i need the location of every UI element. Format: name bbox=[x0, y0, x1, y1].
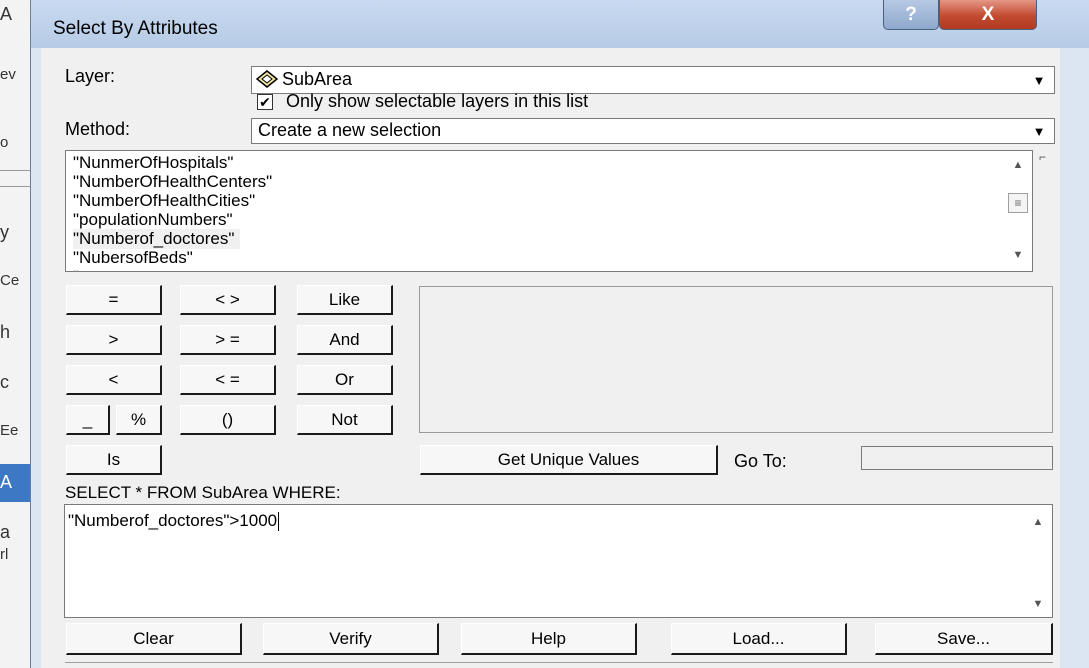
background-text: A bbox=[0, 4, 13, 24]
unique-values-list[interactable] bbox=[419, 286, 1053, 433]
scroll-up-icon[interactable]: ▲ bbox=[1004, 159, 1032, 171]
scroll-up-icon[interactable]: ▲ bbox=[1024, 516, 1052, 528]
like-button[interactable]: Like bbox=[297, 285, 393, 315]
select-by-attributes-dialog: Select By Attributes ? X Layer: SubArea … bbox=[30, 0, 1089, 668]
text-caret bbox=[278, 512, 280, 532]
underscore-wildcard-button[interactable]: _ bbox=[66, 405, 110, 435]
background-text: rl bbox=[0, 546, 9, 563]
scroll-down-icon[interactable]: ▼ bbox=[1004, 249, 1032, 261]
background-divider bbox=[0, 186, 30, 187]
chevron-down-icon[interactable]: ▼ bbox=[1025, 68, 1053, 92]
list-item[interactable]: "NumberOfHealthCenters" bbox=[73, 172, 272, 192]
go-to-label: Go To: bbox=[734, 451, 787, 471]
list-item[interactable]: "populationNumbers" bbox=[73, 210, 233, 230]
scroll-thumb[interactable]: ≡ bbox=[1008, 193, 1028, 213]
list-item[interactable]: "NumberOfHealthCities" bbox=[73, 191, 255, 211]
background-highlight: A bbox=[0, 464, 30, 502]
get-unique-values-button[interactable]: Get Unique Values bbox=[420, 445, 718, 475]
layer-value: SubArea bbox=[282, 69, 353, 89]
background-text: a bbox=[0, 522, 11, 542]
background-text: Ce bbox=[0, 272, 20, 289]
less-equal-button[interactable]: < = bbox=[180, 365, 276, 395]
help-button[interactable]: Help bbox=[461, 623, 637, 655]
scroll-down-icon[interactable]: ▼ bbox=[1024, 598, 1052, 610]
clear-button[interactable]: Clear bbox=[66, 623, 242, 655]
only-selectable-checkbox[interactable]: ✔ bbox=[257, 94, 273, 110]
resize-icon[interactable]: ⌐ bbox=[1039, 150, 1046, 164]
sql-expression-value: "Numberof_doctores">1000 bbox=[68, 511, 278, 530]
close-window-button[interactable]: X bbox=[939, 0, 1037, 30]
dialog-body: Layer: SubArea ▼ ✔ Only show selectable … bbox=[41, 48, 1060, 668]
and-button[interactable]: And bbox=[297, 325, 393, 355]
method-label: Method: bbox=[65, 119, 131, 139]
verify-button[interactable]: Verify bbox=[263, 623, 439, 655]
list-item[interactable]: "NubersofBeds" bbox=[73, 248, 193, 268]
background-text: c bbox=[0, 372, 9, 392]
background-text: Ee bbox=[0, 422, 19, 439]
background-app-panel: A ev o y Ce h c Ee A a rl bbox=[0, 0, 31, 668]
polygon-layer-icon bbox=[255, 70, 279, 93]
sql-expression-text: "Numberof_doctores">1000 bbox=[68, 511, 280, 532]
question-mark-icon: ? bbox=[905, 3, 917, 25]
background-divider bbox=[0, 170, 30, 171]
background-text: o bbox=[0, 134, 9, 151]
list-item-partial[interactable]: "... bbox=[73, 267, 93, 271]
layer-label: Layer: bbox=[65, 66, 116, 86]
layer-dropdown[interactable]: SubArea ▼ bbox=[251, 66, 1055, 94]
or-button[interactable]: Or bbox=[297, 365, 393, 395]
help-window-button[interactable]: ? bbox=[883, 0, 939, 30]
save-button[interactable]: Save... bbox=[875, 623, 1053, 655]
method-value: Create a new selection bbox=[258, 120, 442, 140]
equals-button[interactable]: = bbox=[66, 285, 162, 315]
checkmark-icon: ✔ bbox=[259, 94, 271, 110]
title-bar[interactable]: Select By Attributes ? X bbox=[31, 0, 1089, 48]
close-icon: X bbox=[981, 3, 995, 25]
only-selectable-label: Only show selectable layers in this list bbox=[286, 91, 589, 111]
sql-prefix-label: SELECT * FROM SubArea WHERE: bbox=[65, 483, 341, 502]
fields-scrollbar[interactable]: ▲ ≡ ▼ bbox=[1004, 151, 1032, 271]
load-button[interactable]: Load... bbox=[671, 623, 847, 655]
greater-than-button[interactable]: > bbox=[66, 325, 162, 355]
background-text: y bbox=[0, 222, 9, 242]
fields-list[interactable]: "NunmerOfHospitals" "NumberOfHealthCente… bbox=[65, 150, 1033, 272]
sql-expression-textarea[interactable]: "Numberof_doctores">1000 ▲ ▼ bbox=[64, 504, 1053, 618]
background-text: h bbox=[0, 322, 11, 342]
parentheses-button[interactable]: () bbox=[180, 405, 276, 435]
window-title: Select By Attributes bbox=[53, 18, 218, 39]
not-button[interactable]: Not bbox=[297, 405, 393, 435]
greater-equal-button[interactable]: > = bbox=[180, 325, 276, 355]
list-item-selected[interactable]: "Numberof_doctores" bbox=[73, 229, 241, 249]
sql-scrollbar[interactable]: ▲ ▼ bbox=[1024, 506, 1052, 616]
list-item[interactable]: "NunmerOfHospitals" bbox=[73, 153, 233, 173]
is-button[interactable]: Is bbox=[66, 445, 162, 475]
go-to-input[interactable] bbox=[861, 446, 1053, 470]
background-text: ev bbox=[0, 66, 16, 83]
less-than-button[interactable]: < bbox=[66, 365, 162, 395]
footer-divider bbox=[65, 662, 1053, 663]
not-equal-button[interactable]: < > bbox=[180, 285, 276, 315]
percent-wildcard-button[interactable]: % bbox=[116, 405, 162, 435]
method-dropdown[interactable]: Create a new selection ▼ bbox=[251, 118, 1055, 144]
chevron-down-icon[interactable]: ▼ bbox=[1025, 120, 1053, 142]
background-text: A bbox=[0, 472, 13, 492]
